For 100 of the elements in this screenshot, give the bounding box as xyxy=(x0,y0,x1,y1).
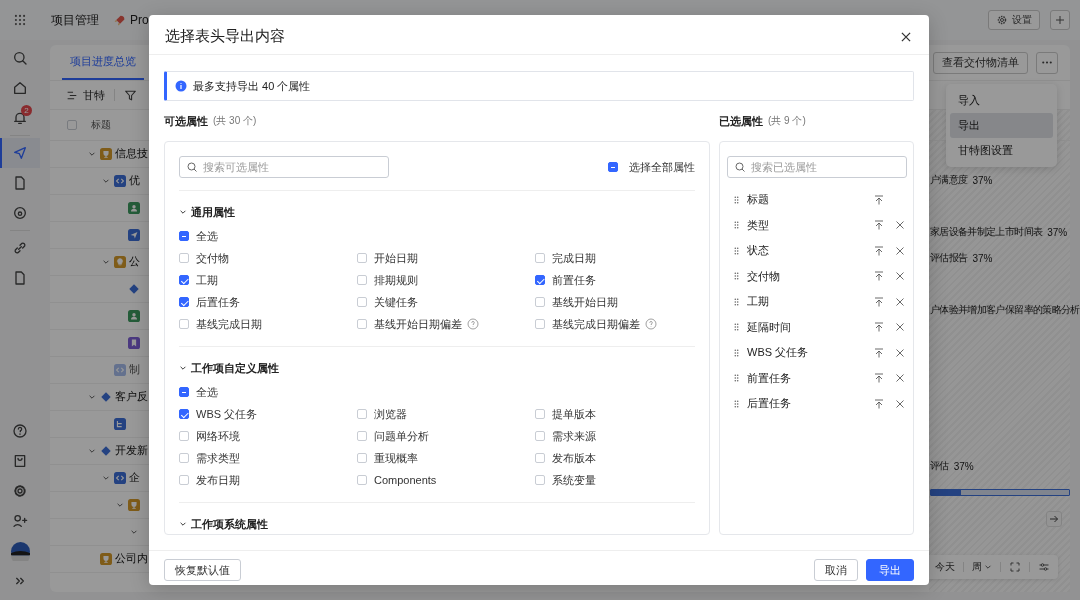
export-button[interactable]: 导出 xyxy=(866,559,914,581)
drag-handle-icon[interactable] xyxy=(734,323,739,332)
checkbox-label[interactable]: 全选 xyxy=(196,384,218,400)
checkbox-label[interactable]: 提单版本 xyxy=(552,406,596,422)
checkbox-label[interactable]: 后置任务 xyxy=(196,294,240,310)
help-icon[interactable] xyxy=(467,318,479,330)
checkbox[interactable] xyxy=(179,387,189,397)
remove-icon[interactable] xyxy=(894,244,906,257)
pin-to-top-icon[interactable] xyxy=(873,346,885,359)
chevron-icon[interactable] xyxy=(179,364,187,372)
group-title: 工作项系统属性 xyxy=(191,516,268,532)
checkbox-label[interactable]: 关键任务 xyxy=(374,294,418,310)
bag-icon[interactable] xyxy=(12,453,28,469)
chevron-icon[interactable] xyxy=(102,258,110,266)
info-icon xyxy=(175,80,187,92)
checkbox[interactable] xyxy=(179,297,189,307)
checkbox-label[interactable]: 基线开始日期 xyxy=(552,294,618,310)
settings-button[interactable]: 设置 xyxy=(988,10,1040,30)
deliverables-button[interactable]: 查看交付物清单 xyxy=(933,51,1028,74)
checkbox-label[interactable]: 网络环境 xyxy=(196,428,240,444)
checkbox-label[interactable]: 排期规则 xyxy=(374,272,418,288)
pin-to-top-icon[interactable] xyxy=(873,244,885,257)
drag-handle-icon[interactable] xyxy=(734,221,739,230)
checkbox[interactable] xyxy=(179,409,189,419)
search-field[interactable]: 搜索可选属性 xyxy=(179,156,389,178)
drag-handle-icon[interactable] xyxy=(734,246,739,255)
reset-button[interactable]: 恢复默认值 xyxy=(164,559,241,581)
checkbox-label[interactable]: 问题单分析 xyxy=(374,428,429,444)
chevron-icon[interactable] xyxy=(88,393,96,401)
add-button[interactable] xyxy=(1050,10,1070,30)
checkbox-label[interactable]: 完成日期 xyxy=(552,250,596,266)
pin-to-top-icon[interactable] xyxy=(873,295,885,308)
project-tab[interactable]: Pro xyxy=(109,13,153,27)
search-field[interactable]: 搜索已选属性 xyxy=(727,156,907,178)
checkbox-label[interactable]: 浏览器 xyxy=(374,406,407,422)
chevron-icon[interactable] xyxy=(88,447,96,455)
checkbox-label[interactable]: WBS 父任务 xyxy=(196,406,258,422)
checkbox-label[interactable]: 工期 xyxy=(196,272,218,288)
checkbox-label[interactable]: 前置任务 xyxy=(552,272,596,288)
checkbox[interactable] xyxy=(179,231,189,241)
chevron-icon[interactable] xyxy=(102,177,110,185)
remove-icon[interactable] xyxy=(894,346,906,359)
trophy-icon xyxy=(128,499,140,511)
drag-handle-icon[interactable] xyxy=(734,374,739,383)
add-user-icon[interactable] xyxy=(12,513,28,529)
checkbox[interactable] xyxy=(608,162,618,172)
chevron-icon[interactable] xyxy=(88,150,96,158)
checkbox-label[interactable]: 全选 xyxy=(196,228,218,244)
today-button[interactable]: 今天 xyxy=(935,560,955,574)
scale-dropdown[interactable]: 周 xyxy=(972,560,992,574)
remove-icon[interactable] xyxy=(894,295,906,308)
gantt-bar[interactable] xyxy=(930,488,1070,496)
checkbox-label[interactable]: 基线完成日期 xyxy=(196,316,262,332)
drag-handle-icon[interactable] xyxy=(734,348,739,357)
pin-to-top-icon[interactable] xyxy=(873,397,885,410)
fullscreen-icon[interactable] xyxy=(1009,561,1021,573)
drag-handle-icon[interactable] xyxy=(734,399,739,408)
filter-icon[interactable] xyxy=(124,88,137,102)
checkbox-label[interactable]: 基线完成日期偏差 xyxy=(552,316,640,332)
sliders-icon[interactable] xyxy=(1038,561,1050,573)
pin-to-top-icon[interactable] xyxy=(873,193,885,206)
menu-item[interactable]: 导出 xyxy=(950,113,1053,138)
pin-to-top-icon[interactable] xyxy=(873,372,885,385)
settings-icon[interactable] xyxy=(12,483,28,499)
chevron-icon[interactable] xyxy=(116,501,124,509)
menu-item[interactable]: 导入 xyxy=(950,88,1053,113)
pin-to-top-icon[interactable] xyxy=(873,270,885,283)
remove-icon[interactable] xyxy=(894,397,906,410)
cancel-button[interactable]: 取消 xyxy=(814,559,858,581)
checkbox-label[interactable]: Components xyxy=(374,474,437,486)
checkbox-label[interactable]: 需求来源 xyxy=(552,428,596,444)
pin-to-top-icon[interactable] xyxy=(873,219,885,232)
drag-handle-icon[interactable] xyxy=(734,195,739,204)
checkbox[interactable] xyxy=(179,275,189,285)
scroll-right-button[interactable] xyxy=(1046,511,1062,527)
drag-handle-icon[interactable] xyxy=(734,297,739,306)
avatar[interactable] xyxy=(10,541,30,561)
grid-icon[interactable] xyxy=(13,13,27,27)
checkbox-label[interactable]: 发布日期 xyxy=(196,472,240,488)
chevron-icon[interactable] xyxy=(179,520,187,528)
help-icon[interactable] xyxy=(645,318,657,330)
checkbox[interactable] xyxy=(535,275,545,285)
chevron-icon[interactable] xyxy=(179,208,187,216)
checkbox-label[interactable]: 基线开始日期偏差 xyxy=(374,316,462,332)
checkbox-label[interactable]: 系统变量 xyxy=(552,472,596,488)
gantt-toggle[interactable]: 甘特 xyxy=(66,87,105,103)
chevron-icon[interactable] xyxy=(130,528,138,536)
pin-to-top-icon[interactable] xyxy=(873,321,885,334)
chevron-icon[interactable] xyxy=(102,474,110,482)
checkbox-label[interactable]: 开始日期 xyxy=(374,250,418,266)
checkbox-label[interactable]: 重现概率 xyxy=(374,450,418,466)
checkbox-label[interactable]: 发布版本 xyxy=(552,450,596,466)
checkbox-label[interactable]: 交付物 xyxy=(196,250,229,266)
menu-item[interactable]: 甘特图设置 xyxy=(950,138,1053,163)
help-icon[interactable] xyxy=(12,423,28,439)
drag-handle-icon[interactable] xyxy=(734,272,739,281)
view-tab[interactable]: 项目进度总览 xyxy=(62,45,144,80)
checkbox-label[interactable]: 选择全部属性 xyxy=(629,159,695,175)
checkbox-label[interactable]: 需求类型 xyxy=(196,450,240,466)
sidebar-item[interactable] xyxy=(0,138,40,168)
